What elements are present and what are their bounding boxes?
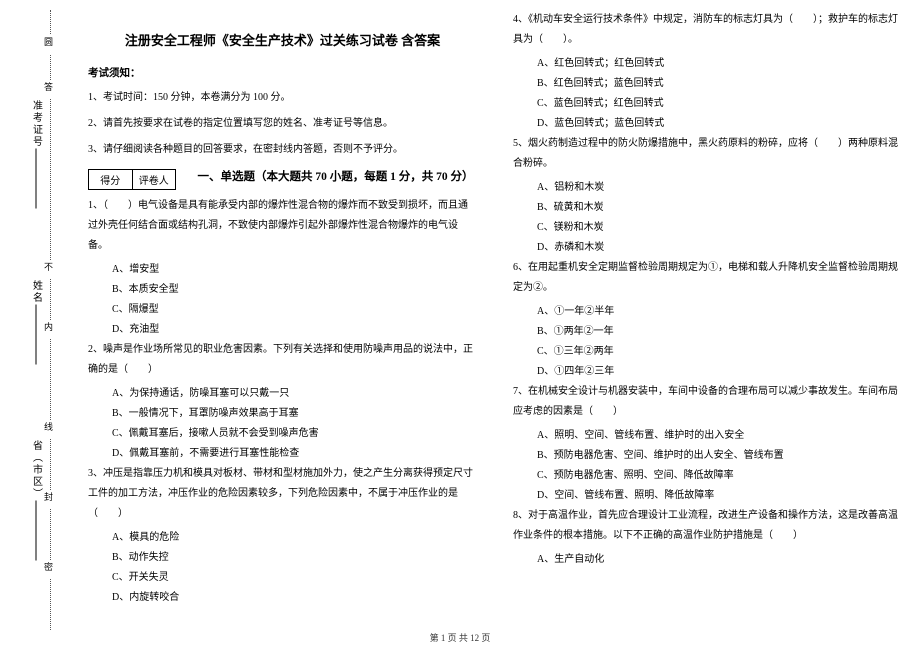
q1-opt-c: C、隔爆型 [88,300,477,320]
section-1-heading: 一、单选题（本大题共 70 小题，每题 1 分，共 70 分） [194,168,477,184]
q6-stem: 6、在用起重机安全定期监督检验周期规定为①，电梯和载人升降机安全监督检验周期规定… [513,258,902,298]
q3-opt-b: B、动作失控 [88,548,477,568]
field-exam-id-label: 准考证号 [29,100,44,148]
q3-opt-c: C、开关失灵 [88,568,477,588]
page-root: 圆 答 不 内 线 封 密 准考证号 姓名 省（市区） 注册安全工程师《安全生产… [0,0,920,650]
q5-opt-d: D、赤磷和木炭 [513,238,902,258]
field-exam-id: 准考证号 [6,100,66,209]
q5-stem: 5、烟火药制造过程中的防火防爆措施中，黑火药原料的粉碎，应将（ ）两种原料混合粉… [513,134,902,174]
field-exam-id-line [36,149,37,209]
page-footer: 第 1 页 共 12 页 [0,631,920,644]
content-main: 注册安全工程师《安全生产技术》过关练习试卷 含答案 考试须知： 1、考试时间：1… [70,0,920,650]
binding-sidebar: 圆 答 不 内 线 封 密 准考证号 姓名 省（市区） [0,0,70,650]
q6-opt-a: A、①一年②半年 [513,302,902,322]
q4-opt-b: B、红色回转式；蓝色回转式 [513,74,902,94]
left-column: 注册安全工程师《安全生产技术》过关练习试卷 含答案 考试须知： 1、考试时间：1… [70,10,495,650]
q2-opt-d: D、佩戴耳塞前，不需要进行耳塞性能检查 [88,444,477,464]
q7-stem: 7、在机械安全设计与机器安装中，车间中设备的合理布局可以减少事故发生。车间布局应… [513,382,902,422]
notice-item-3: 3、请仔细阅读各种题目的回答要求，在密封线内答题，否则不予评分。 [88,142,477,158]
field-name: 姓名 [6,280,66,365]
q7-opt-d: D、空间、管线布置、照明、降低故障率 [513,486,902,506]
score-cell-score: 得分 [89,170,133,189]
q7-opt-a: A、照明、空间、管线布置、维护时的出入安全 [513,426,902,446]
q2-opt-b: B、一般情况下，耳罩防噪声效果高于耳塞 [88,404,477,424]
q8-stem: 8、对于高温作业，首先应合理设计工业流程，改进生产设备和操作方法，这是改善高温作… [513,506,902,546]
field-name-label: 姓名 [29,280,44,304]
notice-heading: 考试须知： [88,65,477,80]
vlabel-2: 答 [42,80,55,99]
q7-opt-b: B、预防电器危害、空间、维护时的出人安全、管线布置 [513,446,902,466]
q3-opt-d: D、内旋转咬合 [88,588,477,608]
q3-stem: 3、冲压是指靠压力机和模具对板材、带材和型材施加外力，使之产生分离获得预定尺寸工… [88,464,477,524]
paper-title: 注册安全工程师《安全生产技术》过关练习试卷 含答案 [88,30,477,49]
right-column: 4、《机动车安全运行技术条件》中规定，消防车的标志灯具为（ ）；救护车的标志灯具… [495,10,920,650]
field-region: 省（市区） [6,440,66,561]
notice-item-2: 2、请首先按要求在试卷的指定位置填写您的姓名、准考证号等信息。 [88,116,477,132]
q5-opt-a: A、铝粉和木炭 [513,178,902,198]
field-name-line [36,305,37,365]
q6-opt-d: D、①四年②三年 [513,362,902,382]
q2-opt-c: C、佩戴耳塞后，接嗽人员就不会受到噪声危害 [88,424,477,444]
q6-opt-c: C、①三年②两年 [513,342,902,362]
q4-opt-d: D、蓝色回转式；蓝色回转式 [513,114,902,134]
q1-opt-a: A、增安型 [88,260,477,280]
q4-stem: 4、《机动车安全运行技术条件》中规定，消防车的标志灯具为（ ）；救护车的标志灯具… [513,10,902,50]
vlabel-3: 不 [42,260,55,279]
score-cell-marker: 评卷人 [133,170,176,189]
vlabel-1: 圆 [42,35,55,54]
q3-opt-a: A、模具的危险 [88,528,477,548]
field-region-label: 省（市区） [29,440,44,500]
q7-opt-c: C、预防电器危害、照明、空间、降低故障率 [513,466,902,486]
q2-opt-a: A、为保持通话，防噪耳塞可以只戴一只 [88,384,477,404]
field-region-line [36,501,37,561]
q5-opt-c: C、镁粉和木炭 [513,218,902,238]
q6-opt-b: B、①两年②一年 [513,322,902,342]
q2-stem: 2、噪声是作业场所常见的职业危害因素。下列有关选择和使用防噪声用品的说法中，正确… [88,340,477,380]
vlabel-7: 密 [42,560,55,579]
q1-opt-b: B、本质安全型 [88,280,477,300]
q4-opt-a: A、红色回转式；红色回转式 [513,54,902,74]
q8-opt-a: A、生产自动化 [513,550,902,570]
score-box: 得分 评卷人 [88,169,176,190]
q5-opt-b: B、硫黄和木炭 [513,198,902,218]
q1-opt-d: D、充油型 [88,320,477,340]
notice-item-1: 1、考试时间：150 分钟，本卷满分为 100 分。 [88,90,477,106]
vlabel-5: 线 [42,420,55,439]
q4-opt-c: C、蓝色回转式；红色回转式 [513,94,902,114]
q1-stem: 1、（ ）电气设备是具有能承受内部的爆炸性混合物的爆炸而不致受到损坏，而且通过外… [88,196,477,256]
